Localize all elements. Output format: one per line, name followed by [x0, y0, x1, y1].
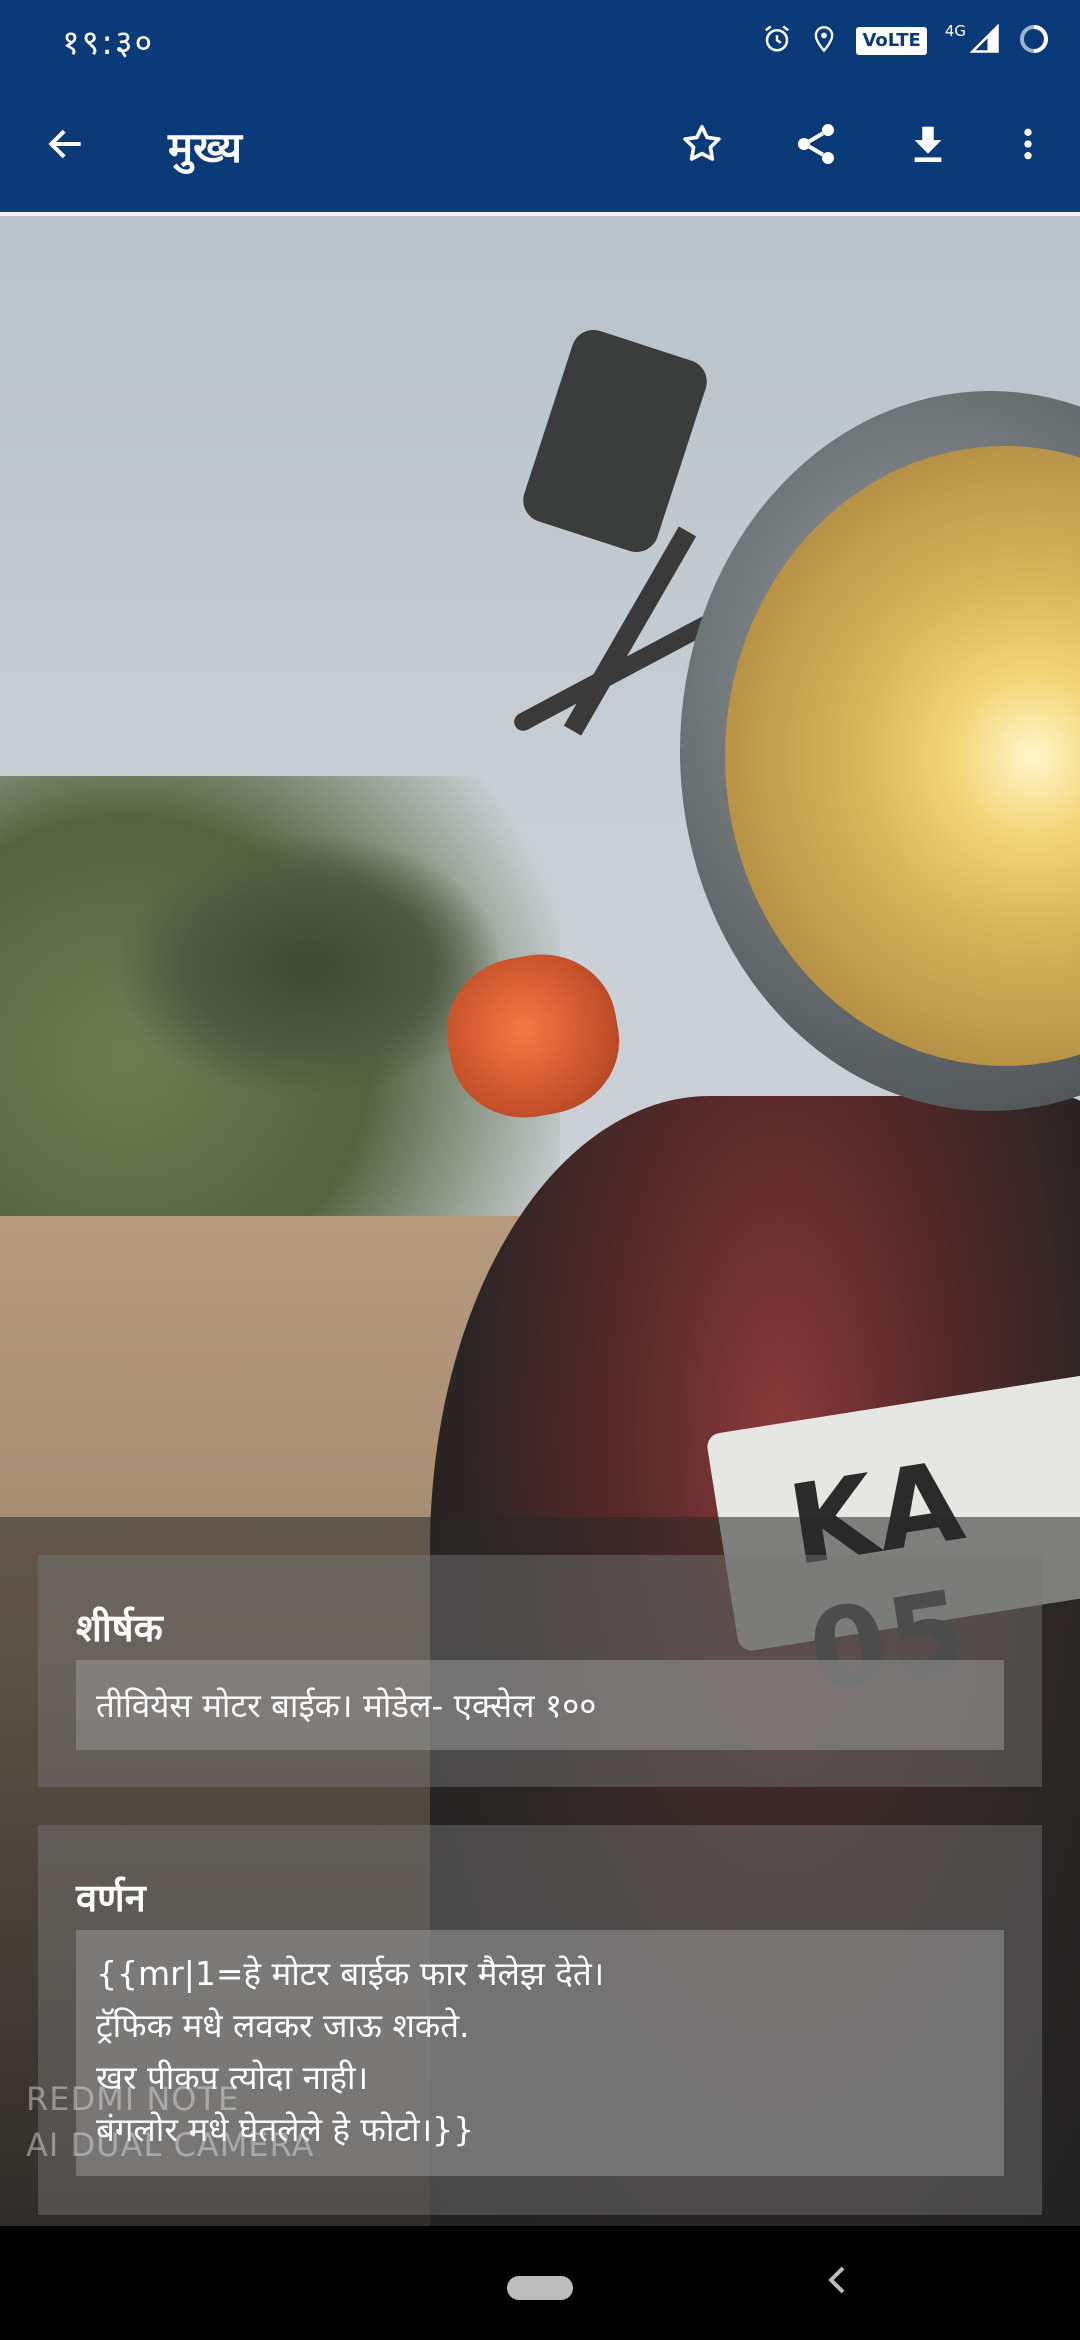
- system-nav-bar: [0, 2226, 1080, 2340]
- download-icon: [905, 121, 951, 171]
- more-vert-icon: [1008, 121, 1048, 171]
- photo-tree: [120, 836, 500, 1096]
- volte-badge: VoLTE: [856, 27, 927, 55]
- description-line: ट्रॅफिक मधे लवकर जाऊ शकते.: [96, 2006, 470, 2045]
- description-label: वर्णन: [76, 1876, 146, 1920]
- favorite-button[interactable]: [664, 108, 740, 184]
- watermark-line: AI DUAL CAMERA: [26, 2126, 315, 2164]
- signal-icon: [969, 23, 1000, 58]
- description-line: {{mr|1=हे मोटर बाईक फार मैलेझ देते।: [96, 1954, 605, 1993]
- location-icon: [810, 24, 838, 58]
- camera-watermark: REDMI NOTE AI DUAL CAMERA: [26, 2076, 314, 2168]
- page-title: मुख्य: [168, 123, 243, 172]
- status-time: १९:३०: [62, 23, 155, 63]
- system-back-button[interactable]: [822, 2262, 852, 2302]
- star-outline-icon: [679, 121, 725, 171]
- title-value-box[interactable]: तीवियेस मोटर बाईक। मोडेल- एक्सेल १००: [76, 1660, 1004, 1750]
- app-bar: मुख्य: [0, 80, 1080, 212]
- more-options-button[interactable]: [990, 108, 1066, 184]
- alarm-icon: [762, 24, 792, 58]
- download-button[interactable]: [890, 108, 966, 184]
- share-button[interactable]: [778, 108, 854, 184]
- title-value: तीवियेस मोटर बाईक। मोडेल- एक्सेल १००: [96, 1686, 597, 1725]
- back-button[interactable]: [28, 108, 104, 184]
- status-icons: VoLTE 4G: [762, 20, 1050, 62]
- title-label: शीर्षक: [76, 1606, 163, 1650]
- home-pill-button[interactable]: [507, 2276, 573, 2300]
- battery-icon: [1018, 23, 1050, 59]
- arrow-back-icon: [44, 122, 88, 170]
- chevron-left-icon: [825, 2264, 849, 2300]
- share-icon: [792, 120, 840, 172]
- watermark-line: REDMI NOTE: [26, 2080, 240, 2118]
- network-type: 4G: [944, 22, 966, 40]
- status-bar: १९:३० VoLTE 4G: [0, 0, 1080, 80]
- title-card: शीर्षक तीवियेस मोटर बाईक। मोडेल- एक्सेल …: [38, 1555, 1042, 1787]
